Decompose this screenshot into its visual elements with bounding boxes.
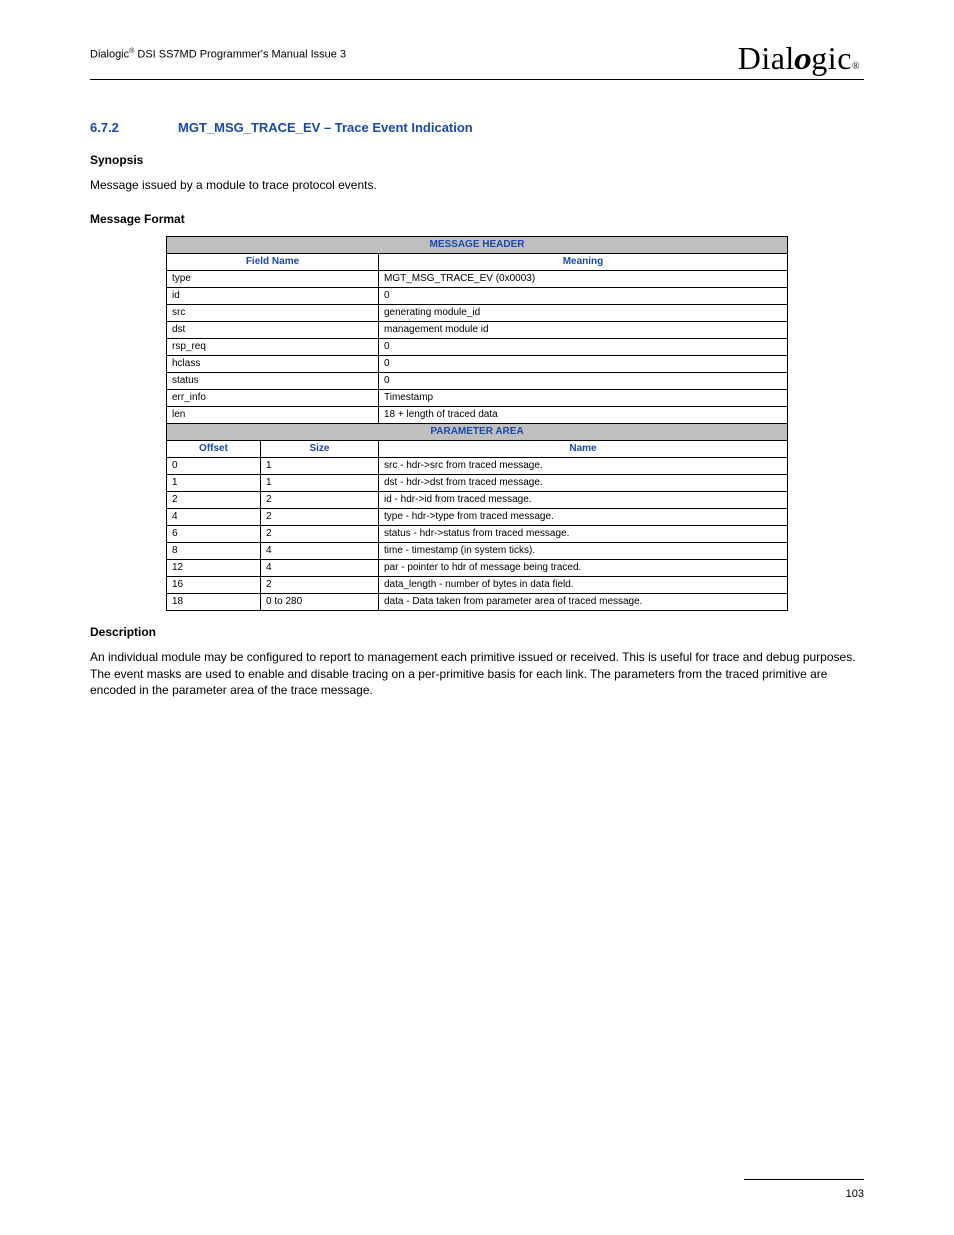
table-row: 84time - timestamp (in system ticks). [167,542,788,559]
table-row: 11dst - hdr->dst from traced message. [167,474,788,491]
field-cell: rsp_req [167,338,379,355]
col-meaning: Meaning [379,253,788,270]
table-row: dstmanagement module id [167,321,788,338]
message-table: MESSAGE HEADER Field Name Meaning typeMG… [166,236,788,611]
table-row: hclass0 [167,355,788,372]
size-cell: 4 [261,542,379,559]
col-offset: Offset [167,440,261,457]
meaning-cell: management module id [379,321,788,338]
size-cell: 1 [261,474,379,491]
meaning-cell: 0 [379,287,788,304]
offset-cell: 0 [167,457,261,474]
offset-cell: 1 [167,474,261,491]
field-cell: id [167,287,379,304]
message-header-title: MESSAGE HEADER [167,236,788,253]
col-field-name: Field Name [167,253,379,270]
table-row: 42type - hdr->type from traced message. [167,508,788,525]
col-name: Name [379,440,788,457]
size-cell: 2 [261,525,379,542]
col-size: Size [261,440,379,457]
footer-rule [744,1179,864,1180]
name-cell: data - Data taken from parameter area of… [379,593,788,610]
meaning-cell: 0 [379,338,788,355]
offset-cell: 12 [167,559,261,576]
name-cell: par - pointer to hdr of message being tr… [379,559,788,576]
table-row: 62status - hdr->status from traced messa… [167,525,788,542]
page-number: 103 [846,1188,864,1200]
meaning-cell: 0 [379,355,788,372]
name-cell: id - hdr->id from traced message. [379,491,788,508]
field-cell: type [167,270,379,287]
field-cell: err_info [167,389,379,406]
offset-cell: 2 [167,491,261,508]
meaning-cell: 0 [379,372,788,389]
table-row: id0 [167,287,788,304]
size-cell: 2 [261,576,379,593]
meaning-cell: generating module_id [379,304,788,321]
size-cell: 2 [261,508,379,525]
table-row: rsp_req0 [167,338,788,355]
size-cell: 4 [261,559,379,576]
message-format-heading: Message Format [90,212,864,226]
table-row: status0 [167,372,788,389]
section-heading: 6.7.2MGT_MSG_TRACE_EV – Trace Event Indi… [90,120,864,135]
table-row: 01src - hdr->src from traced message. [167,457,788,474]
meaning-cell: MGT_MSG_TRACE_EV (0x0003) [379,270,788,287]
synopsis-text: Message issued by a module to trace prot… [90,177,864,194]
size-cell: 0 to 280 [261,593,379,610]
offset-cell: 8 [167,542,261,559]
size-cell: 2 [261,491,379,508]
table-row: err_infoTimestamp [167,389,788,406]
description-text: An individual module may be configured t… [90,649,864,699]
offset-cell: 6 [167,525,261,542]
name-cell: type - hdr->type from traced message. [379,508,788,525]
size-cell: 1 [261,457,379,474]
table-row: 124par - pointer to hdr of message being… [167,559,788,576]
offset-cell: 18 [167,593,261,610]
offset-cell: 4 [167,508,261,525]
name-cell: status - hdr->status from traced message… [379,525,788,542]
description-heading: Description [90,625,864,639]
name-cell: src - hdr->src from traced message. [379,457,788,474]
offset-cell: 16 [167,576,261,593]
meaning-cell: Timestamp [379,389,788,406]
header-left-text: Dialogic® DSI SS7MD Programmer's Manual … [90,40,346,61]
table-row: 180 to 280data - Data taken from paramet… [167,593,788,610]
synopsis-heading: Synopsis [90,153,864,167]
meaning-cell: 18 + length of traced data [379,406,788,423]
page-header: Dialogic® DSI SS7MD Programmer's Manual … [90,40,864,80]
field-cell: src [167,304,379,321]
table-row: 22id - hdr->id from traced message. [167,491,788,508]
field-cell: dst [167,321,379,338]
table-row: 162data_length - number of bytes in data… [167,576,788,593]
parameter-area-title: PARAMETER AREA [167,423,788,440]
table-row: typeMGT_MSG_TRACE_EV (0x0003) [167,270,788,287]
table-row: srcgenerating module_id [167,304,788,321]
name-cell: time - timestamp (in system ticks). [379,542,788,559]
field-cell: status [167,372,379,389]
name-cell: data_length - number of bytes in data fi… [379,576,788,593]
field-cell: hclass [167,355,379,372]
field-cell: len [167,406,379,423]
name-cell: dst - hdr->dst from traced message. [379,474,788,491]
dialogic-logo: Dialogic® [738,40,864,77]
table-row: len18 + length of traced data [167,406,788,423]
